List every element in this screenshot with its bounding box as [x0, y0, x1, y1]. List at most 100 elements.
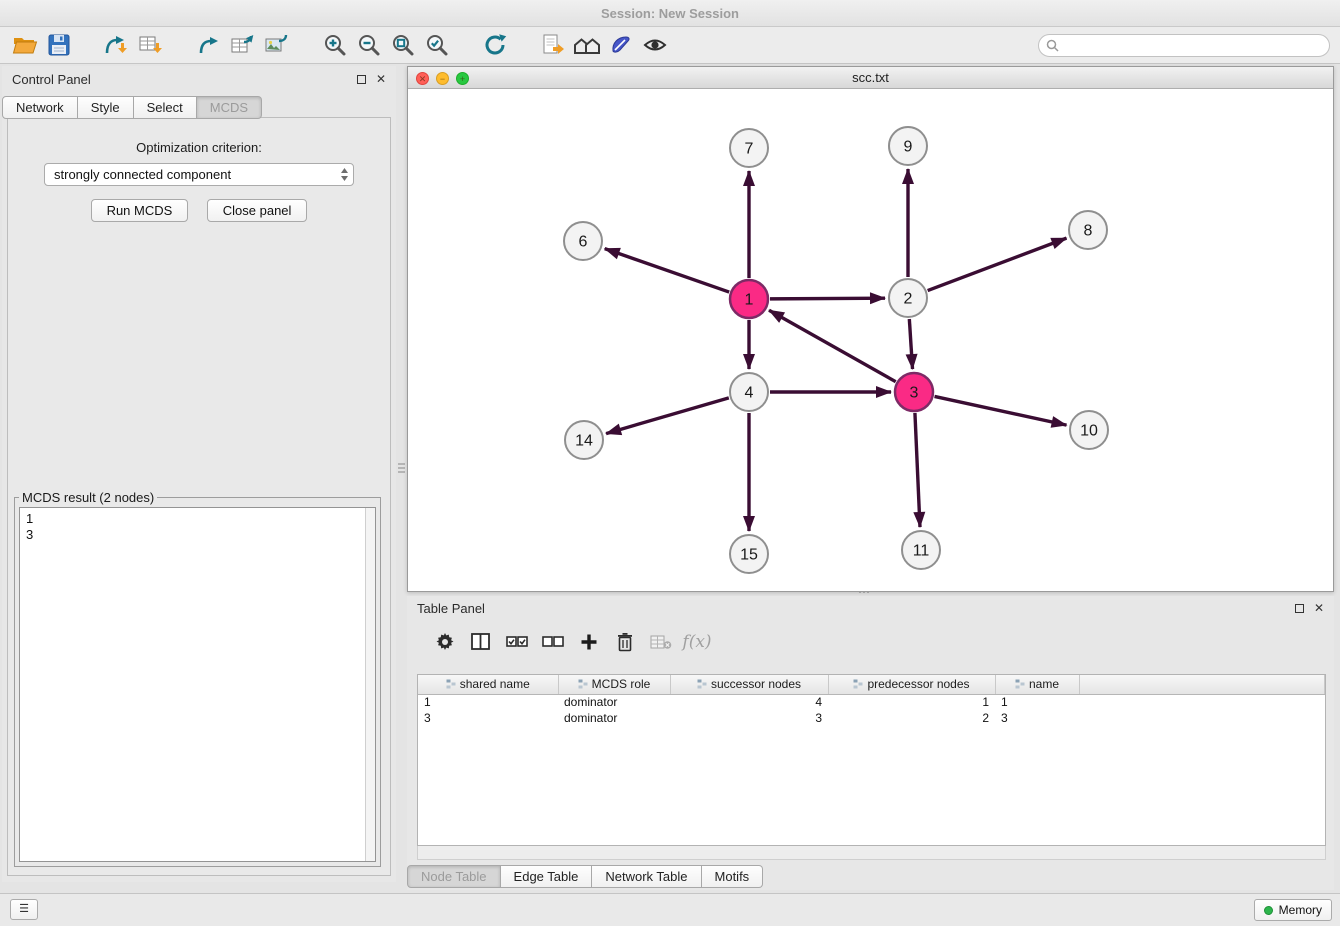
table-row[interactable]: 3dominator323: [418, 710, 1325, 726]
float-panel-icon[interactable]: [357, 72, 366, 86]
column-header-name[interactable]: name: [995, 675, 1079, 694]
column-type-icon: [578, 679, 588, 689]
task-history-icon[interactable]: ☰: [10, 899, 38, 920]
graph-edge-3-10[interactable]: [935, 396, 1067, 425]
copy-network-icon[interactable]: [536, 30, 570, 60]
graph-edge-3-11[interactable]: [915, 413, 920, 527]
table-cell-filler: [1079, 710, 1325, 726]
import-network-icon[interactable]: [100, 30, 134, 60]
zoom-out-icon[interactable]: [352, 30, 386, 60]
dropdown-stepper-icon: [340, 167, 349, 182]
clear-selection-icon[interactable]: [535, 626, 571, 658]
float-table-panel-icon[interactable]: [1295, 601, 1304, 615]
add-row-icon[interactable]: [571, 626, 607, 658]
table-cell: dominator: [558, 710, 670, 726]
graph-edge-1-6[interactable]: [605, 249, 729, 292]
delete-table-icon[interactable]: [643, 626, 679, 658]
refresh-icon[interactable]: [478, 30, 512, 60]
vertical-splitter-handle[interactable]: [398, 461, 405, 487]
style-icon[interactable]: [604, 30, 638, 60]
save-session-icon[interactable]: [42, 30, 76, 60]
open-folder-icon[interactable]: [8, 30, 42, 60]
close-table-panel-icon[interactable]: ✕: [1314, 601, 1324, 615]
graph-edge-2-8[interactable]: [928, 238, 1067, 290]
tab-network-table[interactable]: Network Table: [592, 865, 701, 888]
table-panel: Table Panel ✕: [407, 596, 1334, 890]
zoom-fit-icon[interactable]: [386, 30, 420, 60]
graph-node-label: 1: [745, 292, 754, 309]
main-toolbar: [0, 27, 1340, 64]
gear-icon[interactable]: [427, 626, 463, 658]
select-all-icon[interactable]: [499, 626, 535, 658]
graph-node-label: 2: [904, 291, 913, 308]
search-input[interactable]: [1064, 36, 1329, 55]
home-icon[interactable]: [570, 30, 604, 60]
result-scrollbar[interactable]: [365, 508, 375, 861]
close-panel-icon[interactable]: ✕: [376, 72, 386, 86]
table-cell: 1: [995, 694, 1079, 710]
optimization-label: Optimization criterion:: [8, 140, 390, 155]
table-tabs: Node TableEdge TableNetwork TableMotifs: [407, 865, 1334, 888]
close-window-icon[interactable]: ✕: [416, 72, 429, 85]
table-cell: 1: [418, 694, 558, 710]
table-row[interactable]: 1dominator411: [418, 694, 1325, 710]
function-icon[interactable]: f(x): [679, 626, 715, 658]
network-canvas[interactable]: 7968124314101511: [408, 89, 1333, 591]
table-panel-header: Table Panel ✕: [407, 596, 1334, 620]
search-box[interactable]: [1038, 34, 1330, 57]
mcds-result-group: MCDS result (2 nodes) 13: [14, 490, 381, 867]
maximize-window-icon[interactable]: +: [456, 72, 469, 85]
search-icon: [1046, 39, 1059, 52]
memory-label: Memory: [1279, 903, 1322, 917]
graph-node-label: 7: [745, 141, 754, 158]
export-image-icon[interactable]: [260, 30, 294, 60]
close-panel-button[interactable]: Close panel: [207, 199, 308, 222]
tab-select[interactable]: Select: [134, 96, 197, 119]
table-cell: 1: [828, 694, 995, 710]
zoom-selected-icon[interactable]: [420, 30, 454, 60]
show-hide-icon[interactable]: [638, 30, 672, 60]
column-header-shared-name[interactable]: shared name: [418, 675, 558, 694]
column-header-MCDS-role[interactable]: MCDS role: [558, 675, 670, 694]
memory-button[interactable]: Memory: [1254, 899, 1332, 921]
window-title: Session: New Session: [601, 6, 739, 21]
tab-motifs[interactable]: Motifs: [702, 865, 764, 888]
minimize-window-icon[interactable]: −: [436, 72, 449, 85]
graph-node-label: 10: [1080, 423, 1098, 440]
graph-edge-3-1[interactable]: [769, 310, 896, 381]
table-cell: 3: [670, 710, 828, 726]
mcds-result-list[interactable]: 13: [19, 507, 376, 862]
tab-style[interactable]: Style: [78, 96, 134, 119]
graph-node-label: 14: [575, 433, 593, 450]
column-header-successor-nodes[interactable]: successor nodes: [670, 675, 828, 694]
columns-icon[interactable]: [463, 626, 499, 658]
table-cell: 4: [670, 694, 828, 710]
control-panel-title: Control Panel: [12, 72, 347, 87]
table-cell: dominator: [558, 694, 670, 710]
import-table-icon[interactable]: [134, 30, 168, 60]
tab-edge-table[interactable]: Edge Table: [501, 865, 593, 888]
run-mcds-button[interactable]: Run MCDS: [91, 199, 189, 222]
network-graph: 7968124314101511: [408, 89, 1333, 591]
export-network-icon[interactable]: [192, 30, 226, 60]
graph-edge-2-3[interactable]: [909, 319, 912, 369]
network-window-titlebar: ✕ − + scc.txt: [408, 67, 1333, 89]
graph-edge-4-14[interactable]: [606, 398, 729, 434]
tab-node-table[interactable]: Node Table: [407, 865, 501, 888]
tab-network[interactable]: Network: [2, 96, 78, 119]
export-table-icon[interactable]: [226, 30, 260, 60]
application-window: Session: New Session: [0, 0, 1340, 926]
delete-row-icon[interactable]: [607, 626, 643, 658]
graph-node-label: 8: [1084, 223, 1093, 240]
zoom-in-icon[interactable]: [318, 30, 352, 60]
tab-mcds[interactable]: MCDS: [197, 96, 262, 119]
mcds-buttons-row: Run MCDS Close panel: [8, 199, 390, 222]
node-table[interactable]: shared nameMCDS rolesuccessor nodesprede…: [417, 674, 1326, 846]
table-scrollbar[interactable]: [417, 846, 1326, 860]
optimization-dropdown[interactable]: strongly connected component: [44, 163, 354, 186]
mcds-result-line: 3: [26, 527, 375, 543]
mcds-result-line: 1: [26, 511, 375, 527]
column-header-predecessor-nodes[interactable]: predecessor nodes: [828, 675, 995, 694]
column-type-icon: [853, 679, 863, 689]
graph-edge-1-2[interactable]: [770, 298, 885, 299]
